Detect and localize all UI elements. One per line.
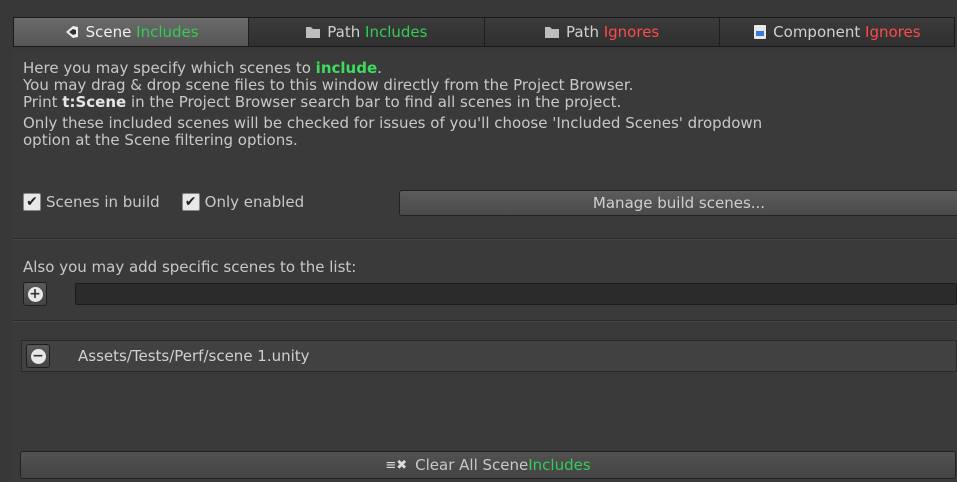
checkmark-icon: ✔: [181, 193, 200, 211]
tab-suffix: Ignores: [865, 23, 921, 41]
build-options-row: ✔ Scenes in build ✔ Only enabled Manage …: [23, 190, 957, 216]
divider: [13, 320, 957, 322]
plus-icon: +: [27, 286, 43, 302]
manage-build-scenes-button[interactable]: Manage build scenes...: [399, 190, 957, 216]
clear-keyword: Includes: [528, 456, 591, 474]
tab-label: Scene: [85, 23, 132, 41]
checkbox-label: Scenes in build: [46, 193, 160, 211]
info-line-4: Only these included scenes will be check…: [23, 114, 763, 132]
clear-label: Clear All Scene: [415, 456, 529, 474]
minus-icon: −: [30, 348, 46, 364]
tab-suffix: Ignores: [603, 23, 660, 41]
add-scenes-label: Also you may add specific scenes to the …: [23, 258, 357, 276]
info-line-3: Print t:Scene in the Project Browser sea…: [23, 93, 622, 111]
clear-all-scene-includes-button[interactable]: ≡✖ Clear All Scene Includes: [20, 451, 956, 479]
clear-list-icon: ≡✖: [385, 457, 408, 473]
info-line-1: Here you may specify which scenes to inc…: [23, 59, 382, 77]
tab-suffix: Includes: [365, 23, 428, 41]
tab-label: Component: [773, 23, 861, 41]
tab-label: Path: [327, 23, 361, 41]
tab-path-includes[interactable]: Path Includes: [249, 18, 485, 46]
search-keyword: t:Scene: [62, 93, 127, 111]
checkbox-label: Only enabled: [204, 193, 305, 211]
info-line-5: option at the Scene filtering options.: [23, 131, 298, 149]
tab-label: Path: [566, 23, 599, 41]
remove-scene-button[interactable]: −: [26, 344, 50, 368]
tab-path-ignores[interactable]: Path Ignores: [484, 18, 720, 46]
tab-suffix: Includes: [136, 23, 199, 41]
scene-path: Assets/Tests/Perf/scene 1.unity: [78, 347, 310, 365]
include-keyword: include: [315, 59, 378, 77]
info-line-2: You may drag & drop scene files to this …: [23, 76, 634, 94]
scene-object-field[interactable]: [75, 283, 957, 305]
folder-icon: [305, 25, 321, 39]
divider: [13, 238, 957, 240]
script-component-icon: [753, 24, 767, 40]
folder-icon: [544, 25, 560, 39]
checkmark-icon: ✔: [23, 193, 41, 211]
tab-component-ignores[interactable]: Component Ignores: [719, 18, 954, 46]
add-scene-row: +: [23, 282, 957, 306]
tab-scene-includes[interactable]: Scene Includes: [14, 18, 250, 46]
only-enabled-checkbox[interactable]: ✔ Only enabled: [181, 193, 305, 211]
info-text: Here you may specify which scenes to inc…: [23, 60, 762, 149]
scene-includes-panel: Here you may specify which scenes to inc…: [13, 52, 957, 482]
tab-bar: Scene Includes Path Includes Path Ignore…: [13, 17, 955, 47]
unity-scene-icon: [64, 24, 80, 40]
scenes-in-build-checkbox[interactable]: ✔ Scenes in build: [23, 193, 160, 211]
add-scene-button[interactable]: +: [23, 282, 47, 306]
list-item: − Assets/Tests/Perf/scene 1.unity: [21, 340, 957, 372]
